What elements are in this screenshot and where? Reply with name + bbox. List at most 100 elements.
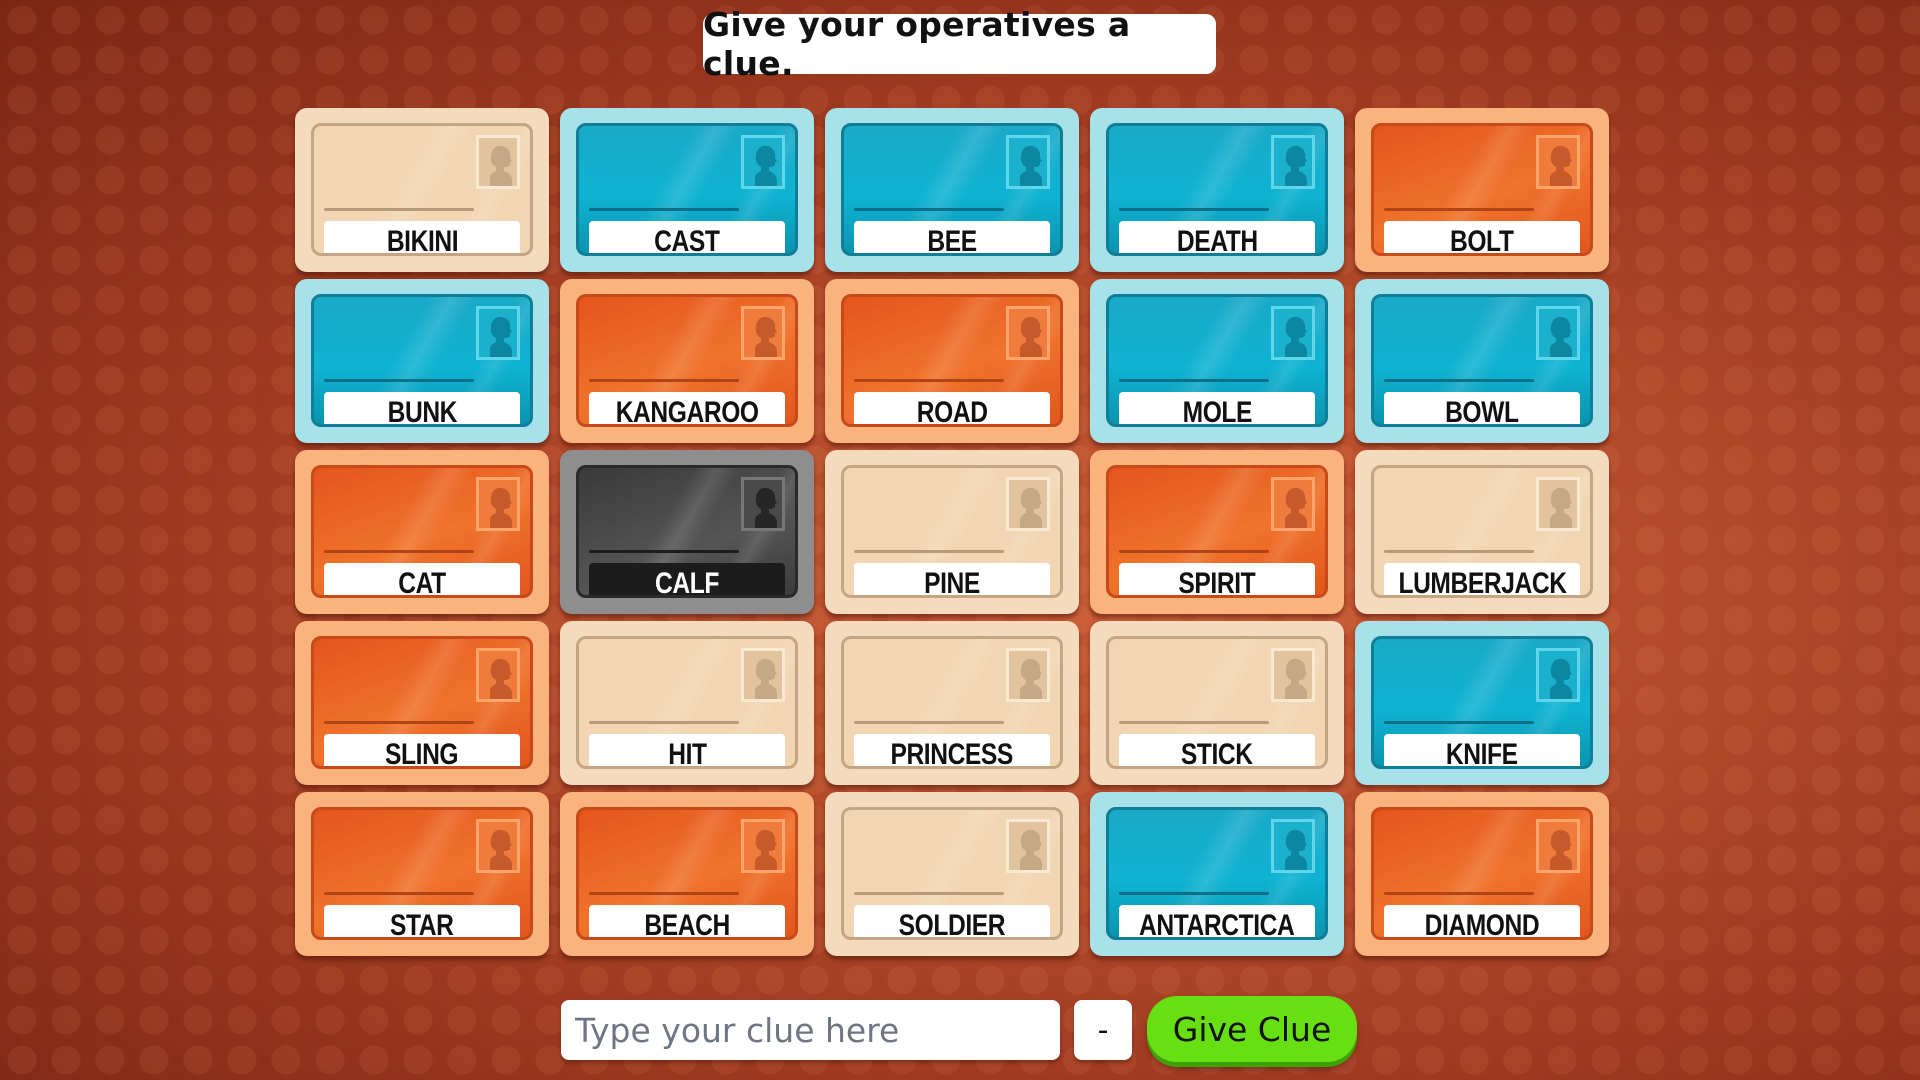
- word-card[interactable]: BOLT: [1355, 108, 1609, 272]
- card-board: BIKINI CAST BEE DEATH BOLT BUNK KANGAROO ROAD MO…: [295, 108, 1609, 956]
- word-card[interactable]: BIKINI: [295, 108, 549, 272]
- word-card[interactable]: KANGAROO: [560, 279, 814, 443]
- word-card[interactable]: DEATH: [1090, 108, 1344, 272]
- card-word: KNIFE: [1446, 738, 1518, 769]
- card-word: BUNK: [387, 396, 457, 427]
- card-word-label: ANTARCTICA: [1119, 905, 1315, 937]
- card-word: PRINCESS: [890, 738, 1014, 769]
- card-underline: [589, 892, 739, 895]
- card-underline: [1384, 550, 1534, 553]
- card-underline: [1384, 892, 1534, 895]
- word-card[interactable]: KNIFE: [1355, 621, 1609, 785]
- word-card[interactable]: SOLDIER: [825, 792, 1079, 956]
- card-word-label: CAST: [589, 221, 785, 256]
- agent-silhouette-icon: [741, 135, 785, 189]
- card-word-label: DEATH: [1119, 221, 1315, 256]
- card-underline: [324, 208, 474, 211]
- word-card[interactable]: PINE: [825, 450, 1079, 614]
- card-word-label: PINE: [854, 563, 1050, 595]
- word-card[interactable]: BEACH: [560, 792, 814, 956]
- word-card[interactable]: PRINCESS: [825, 621, 1079, 785]
- agent-silhouette-icon: [1536, 306, 1580, 360]
- card-word-label: BUNK: [324, 392, 520, 427]
- card-face: MOLE: [1106, 294, 1328, 427]
- agent-silhouette-icon: [1006, 477, 1050, 531]
- word-card[interactable]: SLING: [295, 621, 549, 785]
- card-word-label: CAT: [324, 563, 520, 598]
- card-underline: [1119, 721, 1269, 724]
- card-face: SOLDIER: [841, 807, 1063, 940]
- word-card[interactable]: CAT: [295, 450, 549, 614]
- card-word: CALF: [655, 567, 719, 598]
- card-word-label: HIT: [589, 734, 785, 766]
- card-underline: [1384, 379, 1534, 382]
- word-card[interactable]: LUMBERJACK: [1355, 450, 1609, 614]
- give-clue-button[interactable]: Give Clue: [1147, 996, 1357, 1062]
- card-face: BEE: [841, 123, 1063, 256]
- card-word: MOLE: [1182, 396, 1252, 427]
- word-card[interactable]: BEE: [825, 108, 1079, 272]
- word-card[interactable]: CALF: [560, 450, 814, 614]
- card-face: CAT: [311, 465, 533, 598]
- card-word-label: PRINCESS: [854, 734, 1050, 769]
- card-word: DEATH: [1176, 225, 1258, 256]
- card-word: CAT: [398, 567, 446, 598]
- clue-count-selector[interactable]: -: [1074, 1000, 1132, 1060]
- word-card[interactable]: BOWL: [1355, 279, 1609, 443]
- word-card[interactable]: STICK: [1090, 621, 1344, 785]
- agent-silhouette-icon: [476, 477, 520, 531]
- card-word: BOWL: [1445, 396, 1519, 427]
- instruction-text: Give your operatives a clue.: [703, 5, 1131, 83]
- agent-silhouette-icon: [1271, 477, 1315, 531]
- card-word-label: BEACH: [589, 905, 785, 937]
- word-card[interactable]: HIT: [560, 621, 814, 785]
- card-face: BOLT: [1371, 123, 1593, 256]
- card-word-label: BOLT: [1384, 221, 1580, 256]
- card-underline: [854, 721, 1004, 724]
- card-word: LUMBERJACK: [1397, 567, 1567, 598]
- card-face: BIKINI: [311, 123, 533, 256]
- card-underline: [324, 550, 474, 553]
- card-word: BIKINI: [386, 225, 458, 256]
- card-face: SPIRIT: [1106, 465, 1328, 598]
- card-face: DIAMOND: [1371, 807, 1593, 940]
- card-face: SLING: [311, 636, 533, 769]
- card-face: KNIFE: [1371, 636, 1593, 769]
- agent-silhouette-icon: [1271, 306, 1315, 360]
- card-face: STAR: [311, 807, 533, 940]
- word-card[interactable]: DIAMOND: [1355, 792, 1609, 956]
- agent-silhouette-icon: [1006, 135, 1050, 189]
- card-word: BEE: [927, 225, 977, 256]
- word-card[interactable]: BUNK: [295, 279, 549, 443]
- word-card[interactable]: SPIRIT: [1090, 450, 1344, 614]
- agent-silhouette-icon: [476, 648, 520, 702]
- card-word-label: BEE: [854, 221, 1050, 256]
- card-word-label: SOLDIER: [854, 905, 1050, 937]
- agent-silhouette-icon: [1271, 819, 1315, 873]
- card-underline: [1119, 379, 1269, 382]
- card-face: HIT: [576, 636, 798, 769]
- card-word-label: LUMBERJACK: [1384, 563, 1580, 598]
- word-card[interactable]: ANTARCTICA: [1090, 792, 1344, 956]
- agent-silhouette-icon: [1536, 648, 1580, 702]
- word-card[interactable]: MOLE: [1090, 279, 1344, 443]
- word-card[interactable]: CAST: [560, 108, 814, 272]
- card-word: KANGAROO: [615, 396, 759, 427]
- clue-input[interactable]: [561, 1000, 1060, 1060]
- card-underline: [589, 721, 739, 724]
- card-word: BOLT: [1450, 225, 1514, 256]
- card-face: STICK: [1106, 636, 1328, 769]
- card-word-label: BIKINI: [324, 221, 520, 256]
- card-underline: [854, 208, 1004, 211]
- card-underline: [1119, 892, 1269, 895]
- word-card[interactable]: ROAD: [825, 279, 1079, 443]
- word-card[interactable]: STAR: [295, 792, 549, 956]
- card-underline: [854, 379, 1004, 382]
- card-word-label: MOLE: [1119, 392, 1315, 427]
- card-underline: [1119, 550, 1269, 553]
- card-word-label: ROAD: [854, 392, 1050, 424]
- card-word-label: KANGAROO: [589, 392, 785, 427]
- card-face: CALF: [576, 465, 798, 598]
- card-word: CAST: [654, 225, 720, 256]
- card-face: DEATH: [1106, 123, 1328, 256]
